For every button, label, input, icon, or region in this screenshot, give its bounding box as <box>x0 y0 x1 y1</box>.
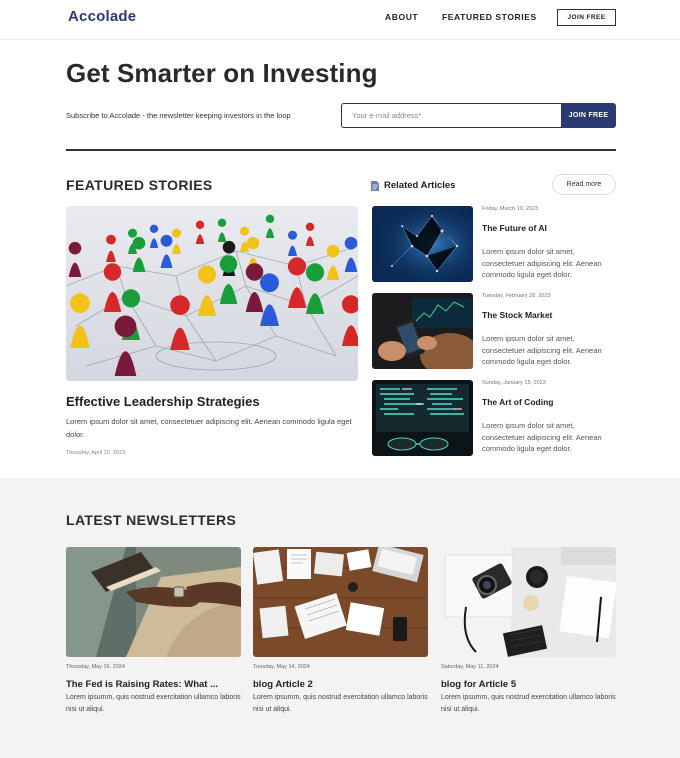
related-item-title[interactable]: The Art of Coding <box>482 397 553 407</box>
featured-article-date: Thursday, April 20, 2023 <box>66 450 126 456</box>
nav-link-about[interactable]: ABOUT <box>385 12 418 22</box>
newsletter-card-title[interactable]: blog for Article 5 <box>441 679 616 690</box>
newsletter-card-desc: Lorem ipsumm, quis nostrud exercitation … <box>253 694 428 713</box>
stock-phone-image <box>372 293 473 369</box>
related-item-title[interactable]: The Stock Market <box>482 310 552 320</box>
related-articles-header: Related Articles <box>371 180 455 191</box>
newsletter-card-title[interactable]: blog Article 2 <box>253 679 428 690</box>
related-item-date: Friday, March 10, 2023 <box>482 206 539 212</box>
related-item-desc: Lorem ipsum dolor sit amet, consectetuer… <box>482 334 602 366</box>
newsletter-card[interactable]: Saturday, May 11, 2024 blog for Article … <box>441 547 616 717</box>
related-item-image[interactable] <box>372 293 473 369</box>
related-item[interactable]: Tuesday, February 28, 2023 The Stock Mar… <box>372 293 616 369</box>
related-item[interactable]: Friday, March 10, 2023 The Future of AI … <box>372 206 616 282</box>
nav-link-featured-stories[interactable]: FEATURED STORIES <box>442 12 537 22</box>
related-item-image[interactable] <box>372 380 473 456</box>
related-item-desc: Lorem ipsum dolor sit amet, consectetuer… <box>482 421 602 453</box>
email-input[interactable] <box>341 103 561 128</box>
related-item-desc: Lorem ipsum dolor sit amet, consectetuer… <box>482 247 602 279</box>
related-articles-label: Related Articles <box>384 180 456 191</box>
page-title: Get Smarter on Investing <box>66 58 378 88</box>
document-icon <box>371 180 379 191</box>
subscribe-join-button[interactable]: JOIN FREE <box>561 103 616 128</box>
related-item-date: Tuesday, February 28, 2023 <box>482 293 551 299</box>
newsletter-card-desc: Lorem ipsumm, quis nostrud exercitation … <box>66 694 241 713</box>
reading-book-image <box>66 547 241 657</box>
featured-article-title[interactable]: Effective Leadership Strategies <box>66 394 260 409</box>
newsletter-card-date: Saturday, May 11, 2024 <box>441 664 499 670</box>
newsletter-card[interactable]: Tuesday, May 14, 2024 blog Article 2 Lor… <box>253 547 428 717</box>
newsletter-card-image[interactable] <box>441 547 616 657</box>
read-more-button[interactable]: Read more <box>552 174 616 195</box>
related-item-image[interactable] <box>372 206 473 282</box>
newsletter-card-image[interactable] <box>253 547 428 657</box>
newsletter-card[interactable]: Thursday, May 16, 2024 The Fed is Raisin… <box>66 547 241 717</box>
newsletter-card-title[interactable]: The Fed is Raising Rates: What ... <box>66 679 241 690</box>
ai-network-image <box>372 206 473 282</box>
newsletter-card-date: Tuesday, May 14, 2024 <box>253 664 310 670</box>
logo[interactable]: Accolade <box>68 8 136 25</box>
top-nav: Accolade ABOUT FEATURED STORIES JOIN FRE… <box>0 0 680 40</box>
newsletter-card-desc: Lorem ipsumm, quis nostrud exercitation … <box>441 694 616 713</box>
newsletter-card-image[interactable] <box>66 547 241 657</box>
code-monitor-image <box>372 380 473 456</box>
featured-section-title: FEATURED STORIES <box>66 177 213 193</box>
featured-article-desc: Lorem ipsum dolor sit amet, consectetuer… <box>66 417 352 439</box>
newsletter-card-date: Thursday, May 16, 2024 <box>66 664 125 670</box>
latest-section-title: LATEST NEWSLETTERS <box>66 512 237 528</box>
featured-image[interactable] <box>66 206 358 381</box>
related-item-date: Sunday, January 15, 2023 <box>482 380 546 386</box>
related-item-title[interactable]: The Future of AI <box>482 223 547 233</box>
divider <box>66 149 616 151</box>
hero-subtitle: Subscribe to Accolade - the newsletter k… <box>66 111 291 120</box>
game-pieces-network-image <box>66 206 358 381</box>
desk-papers-image <box>253 547 428 657</box>
camera-desk-image <box>441 547 616 657</box>
related-item[interactable]: Sunday, January 15, 2023 The Art of Codi… <box>372 380 616 456</box>
nav-join-free-button[interactable]: JOIN FREE <box>557 9 616 26</box>
